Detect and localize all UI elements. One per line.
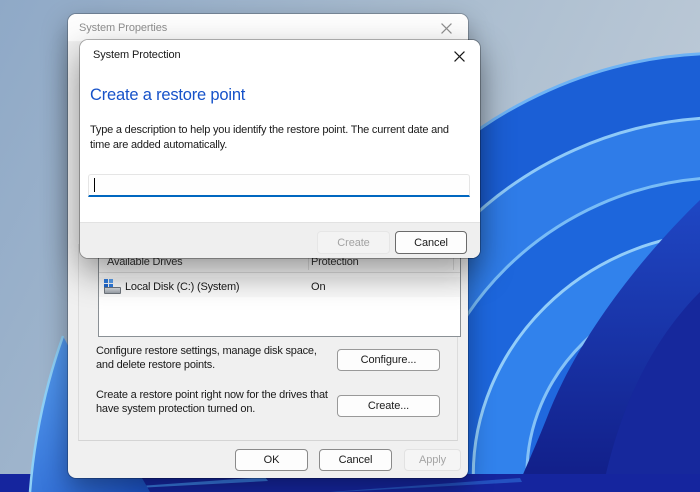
- dialog-title: System Protection: [93, 49, 181, 61]
- configure-button[interactable]: Configure...: [337, 349, 440, 371]
- apply-button: Apply: [404, 449, 461, 471]
- dialog-create-button: Create: [317, 231, 390, 254]
- close-icon: [440, 22, 452, 34]
- restore-point-description: Type a description to help you identify …: [90, 124, 449, 151]
- hard-drive-icon: [104, 279, 121, 294]
- desktop: System Properties Available Drives Prote…: [0, 0, 700, 492]
- close-icon: [453, 51, 465, 62]
- system-protection-dialog: System Protection Create a restore point…: [80, 40, 480, 258]
- dialog-titlebar[interactable]: System Protection: [80, 40, 480, 70]
- restore-point-heading: Create a restore point: [90, 86, 246, 104]
- restore-point-description-input[interactable]: [88, 174, 470, 197]
- ok-button[interactable]: OK: [235, 449, 308, 471]
- drive-row-local-disk-c[interactable]: Local Disk (C:) (System) On: [99, 277, 460, 297]
- dialog-close-button[interactable]: [445, 46, 473, 67]
- window-title: System Properties: [79, 22, 168, 34]
- system-properties-titlebar[interactable]: System Properties: [68, 14, 468, 42]
- text-caret: [94, 178, 95, 192]
- drive-protection-status: On: [311, 281, 326, 293]
- cancel-button[interactable]: Cancel: [319, 449, 392, 471]
- configure-description: Configure restore settings, manage disk …: [96, 345, 317, 371]
- drive-name: Local Disk (C:) (System): [125, 281, 240, 293]
- create-now-description: Create a restore point right now for the…: [96, 389, 328, 415]
- dialog-cancel-button[interactable]: Cancel: [395, 231, 467, 254]
- dialog-footer: Create Cancel: [80, 222, 480, 258]
- window-close-button[interactable]: [430, 17, 462, 39]
- create-now-button[interactable]: Create...: [337, 395, 440, 417]
- restore-point-input-wrap: [88, 174, 470, 197]
- available-drives-list[interactable]: Available Drives Protection Local Disk (…: [98, 250, 461, 337]
